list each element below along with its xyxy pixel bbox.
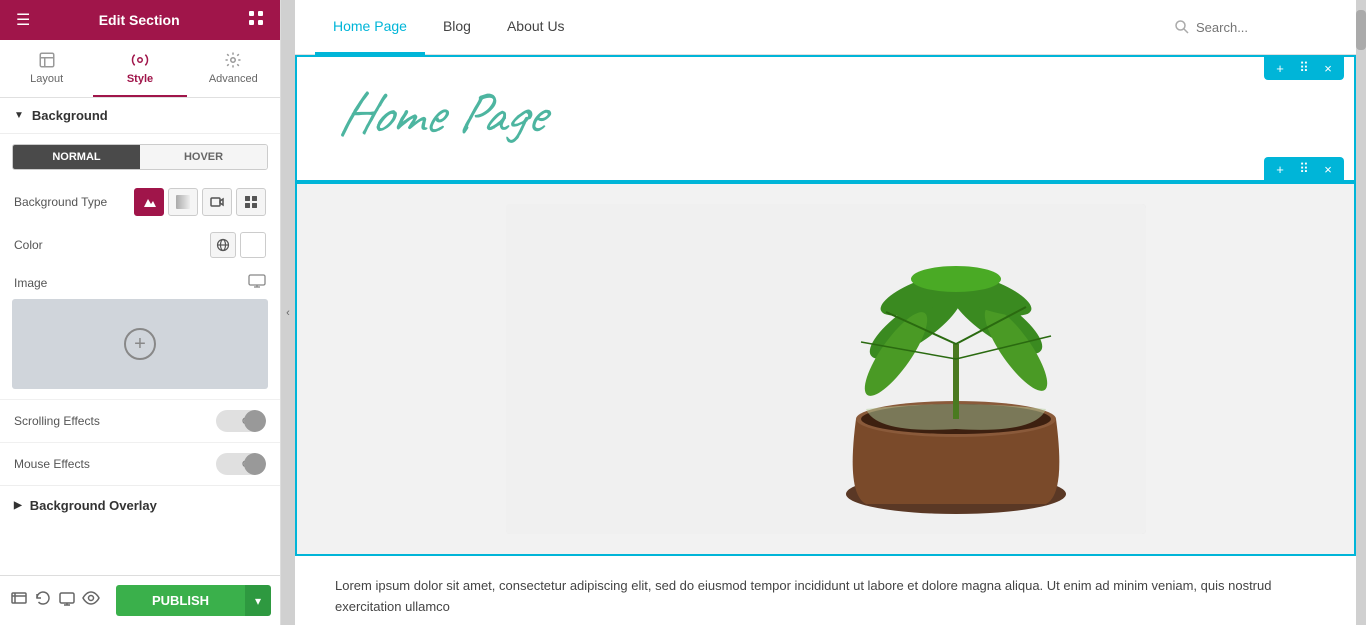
collapse-arrow-icon: ‹	[286, 307, 290, 319]
nav-tab-aboutus[interactable]: About Us	[489, 0, 583, 55]
publish-arrow-button[interactable]: ▾	[245, 585, 271, 616]
background-label: Background	[32, 108, 108, 123]
close-section-btn-bottom[interactable]: ×	[1318, 159, 1338, 179]
canvas-area: + ⠿ × Home Page + ⠿ ×	[295, 55, 1356, 625]
image-label: Image	[14, 276, 248, 290]
add-image-icon: +	[124, 328, 156, 360]
search-icon	[1174, 19, 1190, 35]
scrolling-effects-knob	[244, 410, 266, 432]
panel-bottom: PUBLISH ▾	[0, 575, 281, 625]
add-element-btn[interactable]: +	[1270, 58, 1290, 78]
tab-style[interactable]: Style	[93, 40, 186, 97]
nav-tab-blog[interactable]: Blog	[425, 0, 489, 55]
panel-tabs: Layout Style Advanced	[0, 40, 280, 98]
text-section: Lorem ipsum dolor sit amet, consectetur …	[295, 556, 1356, 625]
background-arrow-icon: ▼	[14, 110, 24, 121]
normal-hover-tabs: NORMAL HOVER	[12, 144, 268, 170]
image-row: Image	[0, 266, 280, 295]
bg-type-video[interactable]	[202, 188, 232, 216]
nav-tab-homepage[interactable]: Home Page	[315, 0, 425, 55]
color-row: Color	[0, 224, 280, 266]
hamburger-icon[interactable]: ☰	[16, 10, 30, 30]
add-element-btn-bottom[interactable]: +	[1270, 159, 1290, 179]
search-wrap	[1174, 19, 1336, 35]
right-content: Home Page Blog About Us + ⠿ × Home Page	[295, 0, 1356, 625]
left-panel: ☰ Edit Section Layout Style Advanced	[0, 0, 281, 625]
mouse-effects-toggle[interactable]: OFF	[216, 453, 266, 475]
tab-normal[interactable]: NORMAL	[13, 145, 140, 169]
grid-icon[interactable]	[248, 10, 264, 31]
history-icon[interactable]	[34, 589, 52, 612]
mouse-effects-row: Mouse Effects OFF	[0, 442, 280, 485]
scrollbar-thumb[interactable]	[1356, 10, 1366, 50]
global-color-btn[interactable]	[210, 232, 236, 258]
bg-type-classic[interactable]	[134, 188, 164, 216]
color-swatch[interactable]	[240, 232, 266, 258]
tab-advanced[interactable]: Advanced	[187, 40, 280, 97]
background-type-label: Background Type	[14, 195, 134, 209]
panel-body: ▼ Background NORMAL HOVER Background Typ…	[0, 98, 280, 625]
lorem-text: Lorem ipsum dolor sit amet, consectetur …	[335, 576, 1316, 618]
scrolling-effects-toggle[interactable]: OFF	[216, 410, 266, 432]
panel-title: Edit Section	[99, 12, 180, 28]
background-overlay-label: Background Overlay	[30, 498, 157, 513]
background-section-header[interactable]: ▼ Background	[0, 98, 280, 134]
overlay-arrow-icon: ▶	[14, 500, 22, 511]
publish-button[interactable]: PUBLISH	[116, 585, 245, 616]
image-upload-area[interactable]: +	[12, 299, 268, 389]
bg-type-gradient[interactable]	[168, 188, 198, 216]
tab-layout[interactable]: Layout	[0, 40, 93, 97]
section-toolbar-top: + ⠿ ×	[1264, 56, 1344, 80]
mouse-effects-label: Mouse Effects	[14, 457, 216, 471]
color-label: Color	[14, 238, 210, 252]
background-type-row: Background Type	[0, 180, 280, 224]
right-scrollbar[interactable]	[1356, 0, 1366, 625]
scrolling-effects-row: Scrolling Effects OFF	[0, 399, 280, 442]
image-section	[295, 182, 1356, 556]
monitor-icon[interactable]	[248, 274, 266, 291]
device-icon[interactable]	[58, 589, 76, 612]
top-nav: Home Page Blog About Us	[295, 0, 1356, 55]
home-page-title: Home Page	[297, 57, 1354, 180]
bg-type-slideshow[interactable]	[236, 188, 266, 216]
page-title-section: + ⠿ × Home Page + ⠿ ×	[295, 55, 1356, 182]
drag-handle-btn-bottom[interactable]: ⠿	[1294, 159, 1314, 179]
layers-icon[interactable]	[10, 589, 28, 612]
tab-hover[interactable]: HOVER	[140, 145, 267, 169]
plant-image	[506, 204, 1146, 534]
plant-illustration	[506, 204, 1146, 534]
scrolling-effects-label: Scrolling Effects	[14, 414, 216, 428]
collapse-panel-tab[interactable]: ‹	[281, 0, 295, 625]
close-section-btn[interactable]: ×	[1318, 58, 1338, 78]
publish-btn-wrap: PUBLISH ▾	[116, 585, 271, 616]
panel-header: ☰ Edit Section	[0, 0, 280, 40]
color-picker-wrap	[210, 232, 266, 258]
background-type-buttons	[134, 188, 266, 216]
image-section-inner	[297, 184, 1354, 554]
background-overlay-header[interactable]: ▶ Background Overlay	[0, 485, 280, 525]
preview-icon[interactable]	[82, 589, 100, 612]
drag-handle-btn[interactable]: ⠿	[1294, 58, 1314, 78]
mouse-effects-knob	[244, 453, 266, 475]
search-input[interactable]	[1196, 20, 1336, 35]
